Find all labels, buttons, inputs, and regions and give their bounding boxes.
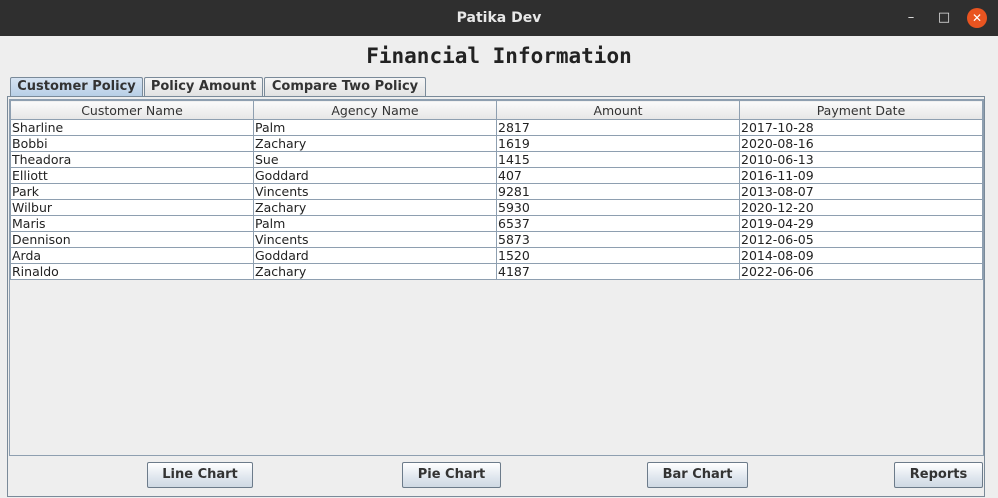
window-title: Patika Dev: [456, 10, 542, 26]
close-icon[interactable]: ✕: [967, 8, 987, 28]
minimize-icon[interactable]: –: [901, 8, 921, 28]
table-row[interactable]: Rinaldo Zachary 4187 2022-06-06: [10, 263, 983, 280]
tab-compare-two-policy[interactable]: Compare Two Policy: [264, 77, 426, 96]
cell-agency-name[interactable]: Vincents: [253, 231, 497, 248]
cell-payment-date[interactable]: 2022-06-06: [739, 263, 983, 280]
tab-customer-policy[interactable]: Customer Policy: [10, 77, 143, 96]
cell-agency-name[interactable]: Zachary: [253, 263, 497, 280]
cell-agency-name[interactable]: Palm: [253, 119, 497, 136]
cell-amount[interactable]: 4187: [496, 263, 740, 280]
cell-agency-name[interactable]: Goddard: [253, 247, 497, 264]
table-scroll-area[interactable]: Customer Name Agency Name Amount Payment…: [9, 99, 984, 456]
cell-amount[interactable]: 1415: [496, 151, 740, 168]
cell-agency-name[interactable]: Zachary: [253, 199, 497, 216]
page-title: Financial Information: [366, 44, 632, 68]
column-header-payment-date[interactable]: Payment Date: [739, 100, 983, 120]
cell-agency-name[interactable]: Sue: [253, 151, 497, 168]
table-row[interactable]: Park Vincents 9281 2013-08-07: [10, 183, 983, 200]
table-row[interactable]: Theadora Sue 1415 2010-06-13: [10, 151, 983, 168]
column-header-agency-name[interactable]: Agency Name: [253, 100, 497, 120]
cell-customer-name[interactable]: Maris: [10, 215, 254, 232]
main-content: Financial Information Customer Policy Po…: [0, 36, 998, 498]
column-header-customer-name[interactable]: Customer Name: [10, 100, 254, 120]
cell-payment-date[interactable]: 2020-08-16: [739, 135, 983, 152]
title-bar[interactable]: Patika Dev – □ ✕: [0, 0, 998, 36]
line-chart-button[interactable]: Line Chart: [147, 462, 253, 488]
table-row[interactable]: Elliott Goddard 407 2016-11-09: [10, 167, 983, 184]
bar-chart-button[interactable]: Bar Chart: [647, 462, 748, 488]
cell-amount[interactable]: 5930: [496, 199, 740, 216]
cell-payment-date[interactable]: 2017-10-28: [739, 119, 983, 136]
cell-payment-date[interactable]: 2020-12-20: [739, 199, 983, 216]
table-row[interactable]: Bobbi Zachary 1619 2020-08-16: [10, 135, 983, 152]
cell-customer-name[interactable]: Arda: [10, 247, 254, 264]
column-header-amount[interactable]: Amount: [496, 100, 740, 120]
cell-customer-name[interactable]: Elliott: [10, 167, 254, 184]
cell-amount[interactable]: 1619: [496, 135, 740, 152]
table-row[interactable]: Wilbur Zachary 5930 2020-12-20: [10, 199, 983, 216]
cell-customer-name[interactable]: Sharline: [10, 119, 254, 136]
cell-customer-name[interactable]: Wilbur: [10, 199, 254, 216]
cell-payment-date[interactable]: 2013-08-07: [739, 183, 983, 200]
cell-amount[interactable]: 6537: [496, 215, 740, 232]
tab-policy-amount[interactable]: Policy Amount: [144, 77, 263, 96]
tab-panel-customer-policy: Customer Name Agency Name Amount Payment…: [7, 96, 985, 497]
app-window: Patika Dev – □ ✕ Financial Information C…: [0, 0, 998, 498]
table-header-row: Customer Name Agency Name Amount Payment…: [10, 100, 983, 120]
cell-payment-date[interactable]: 2016-11-09: [739, 167, 983, 184]
cell-amount[interactable]: 1520: [496, 247, 740, 264]
cell-amount[interactable]: 9281: [496, 183, 740, 200]
cell-payment-date[interactable]: 2019-04-29: [739, 215, 983, 232]
cell-customer-name[interactable]: Theadora: [10, 151, 254, 168]
reports-button[interactable]: Reports: [894, 462, 983, 488]
table-row[interactable]: Sharline Palm 2817 2017-10-28: [10, 119, 983, 136]
cell-customer-name[interactable]: Park: [10, 183, 254, 200]
cell-amount[interactable]: 407: [496, 167, 740, 184]
cell-agency-name[interactable]: Goddard: [253, 167, 497, 184]
cell-amount[interactable]: 5873: [496, 231, 740, 248]
table-row[interactable]: Maris Palm 6537 2019-04-29: [10, 215, 983, 232]
cell-payment-date[interactable]: 2014-08-09: [739, 247, 983, 264]
table-row[interactable]: Arda Goddard 1520 2014-08-09: [10, 247, 983, 264]
pie-chart-button[interactable]: Pie Chart: [402, 462, 501, 488]
cell-agency-name[interactable]: Zachary: [253, 135, 497, 152]
cell-agency-name[interactable]: Palm: [253, 215, 497, 232]
cell-customer-name[interactable]: Rinaldo: [10, 263, 254, 280]
cell-agency-name[interactable]: Vincents: [253, 183, 497, 200]
cell-amount[interactable]: 2817: [496, 119, 740, 136]
policy-table: Customer Name Agency Name Amount Payment…: [10, 100, 983, 280]
maximize-icon[interactable]: □: [934, 8, 954, 28]
cell-payment-date[interactable]: 2012-06-05: [739, 231, 983, 248]
cell-customer-name[interactable]: Dennison: [10, 231, 254, 248]
cell-payment-date[interactable]: 2010-06-13: [739, 151, 983, 168]
table-row[interactable]: Dennison Vincents 5873 2012-06-05: [10, 231, 983, 248]
cell-customer-name[interactable]: Bobbi: [10, 135, 254, 152]
